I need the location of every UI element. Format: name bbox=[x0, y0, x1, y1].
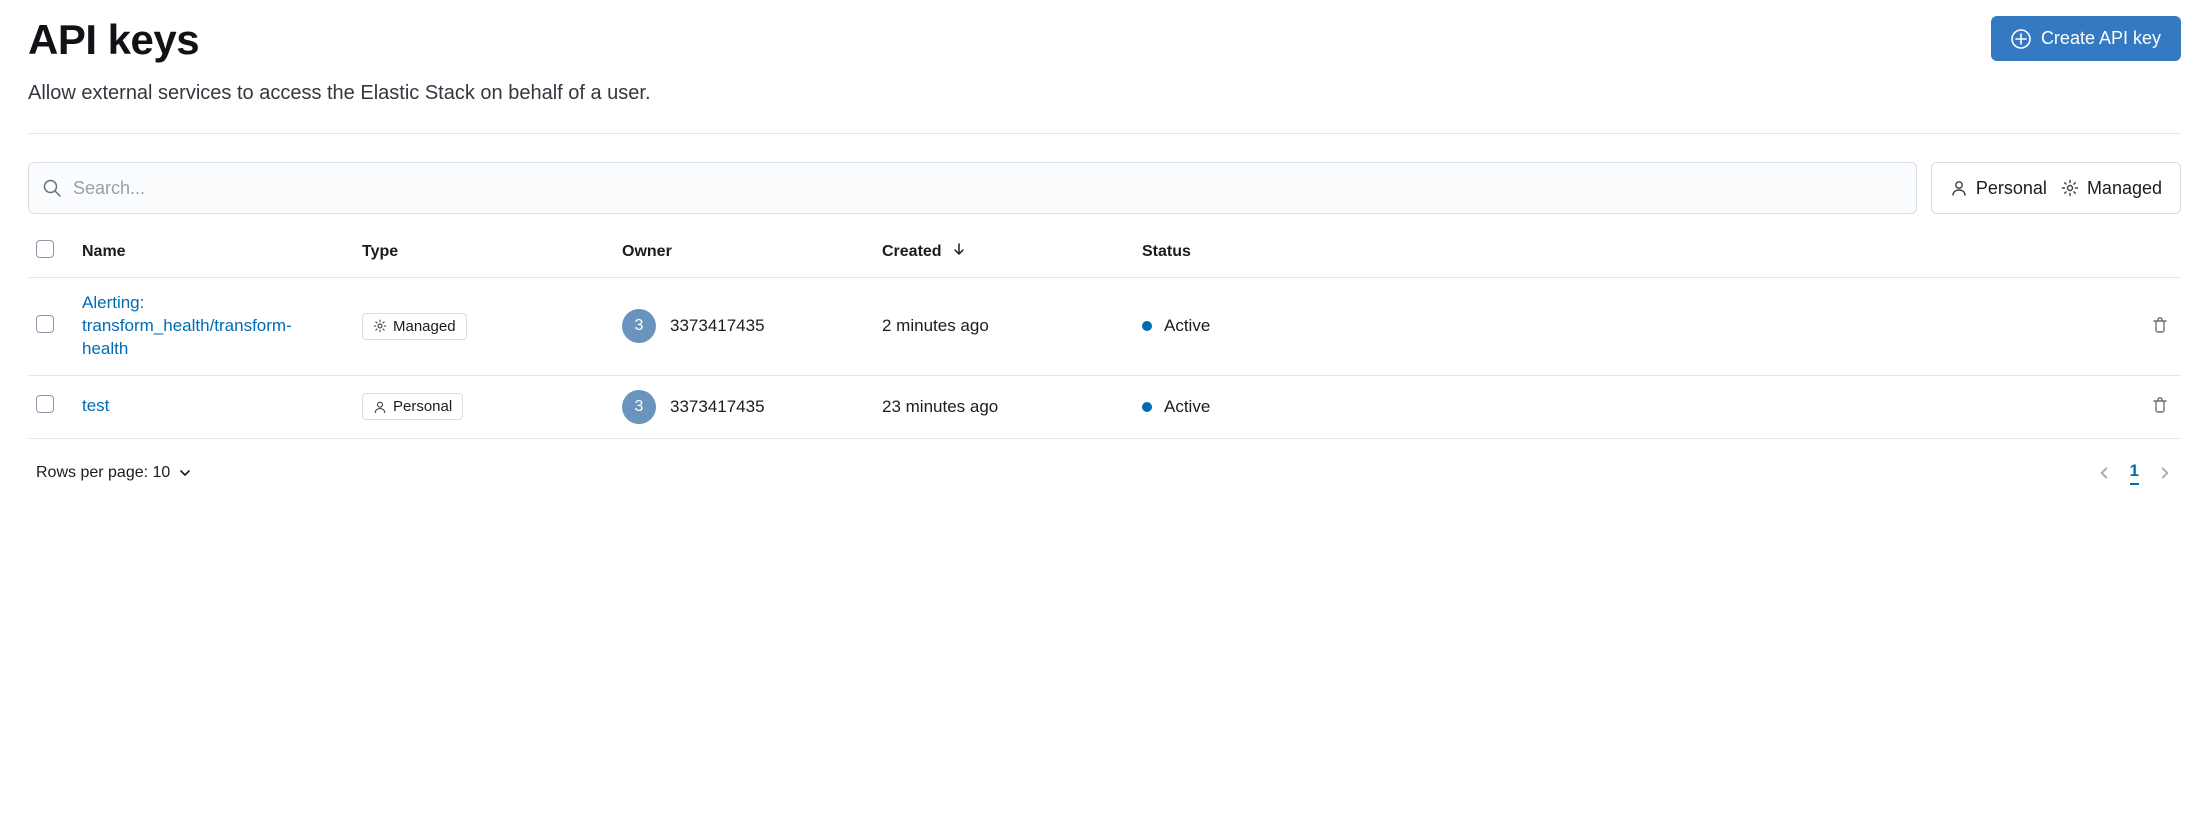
user-icon bbox=[373, 400, 387, 414]
delete-button[interactable] bbox=[2147, 312, 2173, 341]
owner-id: 3373417435 bbox=[670, 316, 765, 336]
chevron-left-icon bbox=[2096, 465, 2112, 481]
type-badge: Personal bbox=[362, 393, 463, 420]
status-dot-icon bbox=[1142, 321, 1152, 331]
page-number-current[interactable]: 1 bbox=[2130, 461, 2139, 485]
column-header-status[interactable]: Status bbox=[1142, 243, 1191, 260]
type-badge: Managed bbox=[362, 313, 467, 340]
owner-id: 3373417435 bbox=[670, 397, 765, 417]
api-key-name-link[interactable]: test bbox=[82, 395, 109, 418]
row-checkbox[interactable] bbox=[36, 395, 54, 413]
filter-managed-label: Managed bbox=[2087, 178, 2162, 199]
rows-per-page-selector[interactable]: Rows per page: 10 bbox=[36, 464, 192, 482]
status-text: Active bbox=[1164, 397, 1210, 417]
trash-icon bbox=[2151, 316, 2169, 334]
type-badge-label: Managed bbox=[393, 318, 456, 335]
status-dot-icon bbox=[1142, 402, 1152, 412]
filter-personal[interactable]: Personal bbox=[1950, 178, 2047, 199]
status-text: Active bbox=[1164, 316, 1210, 336]
create-api-key-button[interactable]: Create API key bbox=[1991, 16, 2181, 61]
divider bbox=[28, 133, 2181, 134]
search-box[interactable] bbox=[28, 162, 1917, 214]
rows-per-page-label: Rows per page: 10 bbox=[36, 464, 170, 482]
api-key-name-link[interactable]: Alerting: transform_health/transform-hea… bbox=[82, 292, 322, 361]
next-page-button[interactable] bbox=[2157, 465, 2173, 481]
column-header-owner[interactable]: Owner bbox=[622, 243, 672, 260]
created-time: 23 minutes ago bbox=[882, 397, 998, 416]
search-icon bbox=[43, 179, 61, 197]
select-all-checkbox[interactable] bbox=[36, 240, 54, 258]
column-header-type[interactable]: Type bbox=[362, 243, 398, 260]
api-keys-table: Name Type Owner Created Status Alerting:… bbox=[28, 222, 2181, 439]
user-icon bbox=[1950, 179, 1968, 197]
row-checkbox[interactable] bbox=[36, 315, 54, 333]
create-api-key-label: Create API key bbox=[2041, 28, 2161, 49]
gear-icon bbox=[373, 319, 387, 333]
search-input[interactable] bbox=[61, 178, 1902, 199]
chevron-down-icon bbox=[178, 466, 192, 480]
trash-icon bbox=[2151, 396, 2169, 414]
page-description: Allow external services to access the El… bbox=[28, 82, 2181, 105]
filter-personal-label: Personal bbox=[1976, 178, 2047, 199]
filter-group: Personal Managed bbox=[1931, 162, 2181, 214]
sort-desc-icon bbox=[952, 242, 966, 256]
column-header-name[interactable]: Name bbox=[82, 243, 126, 260]
type-badge-label: Personal bbox=[393, 398, 452, 415]
table-row: test Personal 3 3373417435 23 minutes ag… bbox=[28, 375, 2181, 438]
gear-icon bbox=[2061, 179, 2079, 197]
created-time: 2 minutes ago bbox=[882, 316, 989, 335]
avatar: 3 bbox=[622, 390, 656, 424]
avatar: 3 bbox=[622, 309, 656, 343]
pagination: 1 bbox=[2096, 461, 2173, 485]
table-row: Alerting: transform_health/transform-hea… bbox=[28, 278, 2181, 376]
prev-page-button[interactable] bbox=[2096, 465, 2112, 481]
filter-managed[interactable]: Managed bbox=[2061, 178, 2162, 199]
delete-button[interactable] bbox=[2147, 392, 2173, 421]
page-title: API keys bbox=[28, 16, 199, 64]
plus-circle-icon bbox=[2011, 29, 2031, 49]
chevron-right-icon bbox=[2157, 465, 2173, 481]
column-header-created[interactable]: Created bbox=[882, 243, 942, 260]
